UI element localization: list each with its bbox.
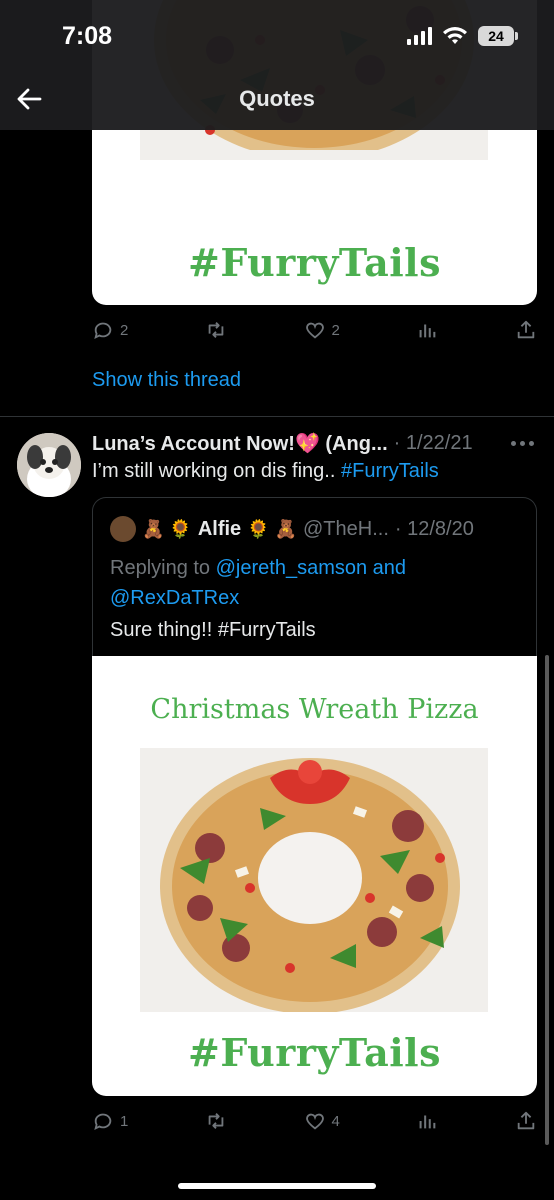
retweet-icon [208,1113,224,1129]
reply-button[interactable]: 2 [92,319,128,341]
quoted-handle: @TheH... [303,517,389,540]
share-button[interactable] [515,319,537,341]
show-thread-link[interactable]: Show this thread [92,369,241,392]
tweet-actions: 1 4 [92,1106,537,1136]
like-count: 2 [331,321,340,339]
tweet-date[interactable]: · 1/22/21 [394,432,473,455]
quoted-text: Sure thing!! #FurryTails [110,619,316,641]
heart-icon [305,1113,324,1130]
like-button[interactable]: 4 [304,1110,340,1132]
quoted-tweet-header: 🧸 🌻 Alfie 🌻 🧸 @TheH... · 12/8/20 [110,516,474,542]
display-name[interactable]: Luna’s Account Now!💖 (Ang... [92,431,388,456]
share-icon [517,320,535,339]
page-title: Quotes [239,86,315,111]
status-icons: 24 [407,26,518,46]
retweet-button[interactable] [205,319,227,341]
analytics-icon [419,1115,436,1129]
retweet-icon [208,322,224,338]
image-caption-title: Christmas Wreath Pizza [150,694,479,725]
more-options-icon[interactable] [511,441,534,446]
name-emoji-right: 🌻 🧸 [247,518,297,539]
tweet-actions: 2 2 [92,315,537,345]
share-button[interactable] [515,1110,537,1132]
reply-icon [94,322,112,340]
like-count: 4 [331,1112,340,1130]
divider [0,416,554,417]
replying-to: Replying to @jereth_samson and @RexDaTRe… [110,553,520,613]
reply-icon [94,1113,112,1131]
tweet-text-body: I’m still working on dis fing.. [92,460,341,482]
cellular-signal-icon [407,27,432,45]
quoted-image-card[interactable]: Christmas Wreath Pizza #FurryTails [92,656,537,1096]
analytics-icon [419,324,436,338]
avatar[interactable] [17,433,81,497]
home-indicator[interactable] [178,1183,376,1189]
hashtag-link[interactable]: #FurryTails [341,460,439,482]
quoted-avatar [110,516,136,542]
status-time: 7:08 [62,22,113,50]
tweet-header: Luna’s Account Now!💖 (Ang... · 1/22/21 [92,431,532,456]
reply-count: 1 [120,1112,129,1130]
tweet-text: I’m still working on dis fing.. #FurryTa… [92,460,439,483]
hashtag-banner: #FurryTails [188,240,441,285]
quoted-display-name: Alfie [197,517,242,540]
battery-icon: 24 [478,26,518,46]
heart-icon [305,322,324,339]
reply-button[interactable]: 1 [92,1110,128,1132]
hashtag-banner: #FurryTails [188,1030,441,1075]
retweet-button[interactable] [205,1110,227,1132]
analytics-button[interactable] [416,319,438,341]
share-icon [517,1111,535,1130]
reply-count: 2 [120,321,129,339]
wreath-pizza-photo [140,748,488,1012]
scrollbar[interactable] [545,655,549,1145]
like-button[interactable]: 2 [304,319,340,341]
replying-prefix: Replying to [110,557,216,579]
analytics-button[interactable] [416,1110,438,1132]
wifi-icon [443,27,467,44]
quoted-date: · 12/8/20 [394,517,474,540]
name-emoji-left: 🧸 🌻 [142,518,192,539]
